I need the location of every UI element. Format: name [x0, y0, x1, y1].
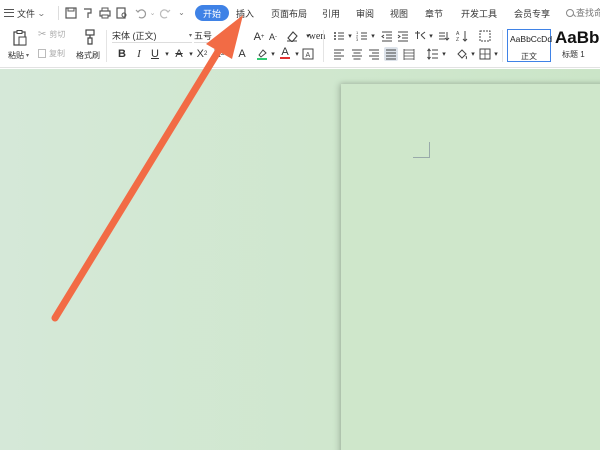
redo-icon[interactable]	[158, 6, 171, 19]
ribbon-toolbar: 粘贴 ▾ ✂ 剪切 复制 格式刷 宋体 (正文) ▾ 五号 A + A- ▾ we…	[0, 26, 600, 68]
tab-view[interactable]: 视图	[390, 6, 408, 21]
align-left-icon[interactable]	[332, 47, 346, 61]
text-effect-icon[interactable]: A	[235, 47, 249, 61]
caret-down-icon: ▾	[26, 53, 30, 59]
copy-icon	[38, 49, 46, 58]
tab-page-layout[interactable]: 页面布局	[271, 6, 307, 21]
svg-text:A: A	[306, 52, 311, 59]
align-right-icon[interactable]	[367, 47, 381, 61]
tab-references[interactable]: 引用	[322, 6, 340, 21]
margin-corner-mark	[413, 142, 430, 158]
svg-text:3: 3	[356, 37, 359, 42]
cut-button[interactable]: ✂ 剪切	[38, 29, 65, 40]
align-center-icon[interactable]	[350, 47, 364, 61]
chinese-layout-dropdown-icon[interactable]: ▾	[424, 29, 438, 43]
distribute-icon[interactable]	[402, 47, 416, 61]
tab-member[interactable]: 会员专享	[514, 6, 550, 21]
format-painter-label: 格式刷	[76, 51, 100, 60]
show-marks-icon[interactable]	[437, 29, 451, 43]
copy-button[interactable]: 复制	[38, 48, 65, 59]
save-icon[interactable]	[64, 6, 77, 19]
subscript-icon[interactable]: X2	[212, 47, 226, 61]
grid-table-icon[interactable]	[478, 29, 492, 43]
tab-home[interactable]: 开始	[195, 5, 230, 21]
format-painter-quick-icon[interactable]	[81, 6, 94, 19]
font-name-select[interactable]: 宋体 (正文) ▾	[112, 29, 192, 43]
tab-developer[interactable]: 开发工具	[461, 6, 497, 21]
style-heading1-sample[interactable]: AaBb	[555, 28, 599, 48]
bold-icon[interactable]: B	[115, 47, 129, 61]
copy-label: 复制	[49, 49, 65, 58]
print-preview-icon[interactable]	[115, 6, 128, 19]
print-icon[interactable]	[98, 6, 111, 19]
increase-font-icon[interactable]: A +	[252, 30, 266, 44]
search-label: 查找命	[576, 8, 600, 18]
customize-toolbar-icon[interactable]: ⌄	[175, 6, 188, 19]
increase-indent-icon[interactable]	[396, 29, 410, 43]
svg-text:Z: Z	[456, 37, 459, 42]
format-painter-button[interactable]: 格式刷	[76, 50, 100, 61]
style-normal-sample: AaBbCcDd	[510, 34, 553, 44]
superscript-icon[interactable]: X2	[195, 47, 209, 61]
menu-icon	[4, 9, 14, 17]
document-page[interactable]	[341, 84, 600, 450]
character-border-icon[interactable]: A	[301, 47, 315, 61]
tab-bar: 文件 ⌄ ⌄ ⌄ 开始 插入 页面布局 引用 审阅 视图 章节 开发工具 会员专…	[0, 0, 600, 26]
caret-down-icon: ▾	[188, 33, 192, 39]
font-name-value: 宋体 (正文)	[112, 31, 157, 41]
italic-icon[interactable]: I	[132, 47, 146, 61]
style-normal[interactable]: AaBbCcDd 正文	[507, 29, 553, 62]
tab-insert[interactable]: 插入	[236, 6, 254, 21]
tab-review[interactable]: 审阅	[356, 6, 374, 21]
search-box[interactable]: 查找命	[566, 6, 600, 19]
divider	[502, 30, 503, 62]
line-spacing-dropdown-icon[interactable]: ▾	[437, 47, 451, 61]
paste-label: 粘贴	[8, 51, 24, 60]
divider	[106, 30, 107, 62]
clear-format-icon[interactable]	[285, 29, 299, 43]
paste-icon[interactable]	[12, 29, 28, 47]
file-menu-label: 文件	[17, 8, 36, 19]
file-menu-button[interactable]: 文件 ⌄	[4, 5, 46, 21]
style-heading1-name[interactable]: 标题 1	[562, 49, 585, 60]
justify-icon[interactable]	[384, 47, 398, 61]
sort-icon[interactable]: AZ	[455, 29, 469, 43]
document-canvas[interactable]	[0, 69, 600, 450]
search-icon	[566, 8, 574, 17]
decrease-indent-icon[interactable]	[380, 29, 394, 43]
chevron-down-icon: ⌄	[37, 8, 46, 18]
scissors-icon: ✂	[38, 29, 47, 40]
divider	[58, 6, 59, 20]
decrease-font-icon[interactable]: A-	[266, 30, 280, 44]
font-size-value: 五号	[194, 31, 213, 41]
cut-label: 剪切	[49, 30, 66, 39]
tab-chapter[interactable]: 章节	[425, 6, 443, 21]
paste-button[interactable]: 粘贴 ▾	[8, 50, 29, 61]
format-painter-icon[interactable]	[83, 28, 97, 46]
pinyin-guide-icon[interactable]: wen	[309, 29, 326, 43]
numbering-dropdown-icon[interactable]: ▾	[366, 29, 380, 43]
style-normal-name: 正文	[521, 52, 537, 61]
borders-dropdown-icon[interactable]: ▾	[489, 47, 503, 61]
divider	[323, 30, 324, 62]
font-size-select[interactable]: 五号	[194, 29, 216, 43]
